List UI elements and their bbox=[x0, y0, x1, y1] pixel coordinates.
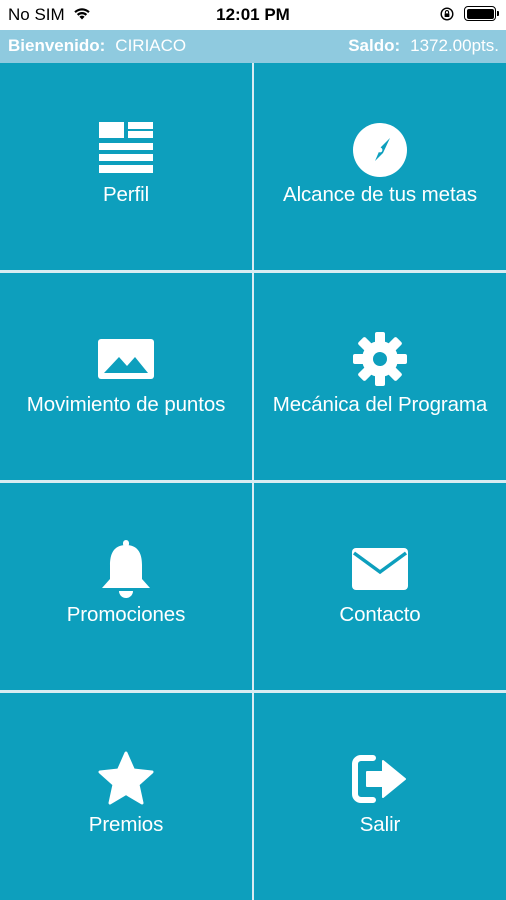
menu-label: Premios bbox=[88, 813, 164, 836]
menu-tile-promociones[interactable]: Promociones bbox=[0, 483, 252, 690]
menu-label: Perfil bbox=[102, 183, 150, 206]
menu-tile-metas[interactable]: Alcance de tus metas bbox=[254, 63, 506, 270]
welcome-section: Bienvenido: CIRIACO bbox=[8, 36, 186, 56]
menu-tile-premios[interactable]: Premios bbox=[0, 693, 252, 900]
logout-icon bbox=[350, 749, 410, 809]
status-time: 12:01 PM bbox=[216, 5, 290, 24]
gear-icon bbox=[350, 329, 410, 389]
menu-tile-contacto[interactable]: Contacto bbox=[254, 483, 506, 690]
image-icon bbox=[96, 329, 156, 389]
rotation-lock-icon bbox=[440, 6, 454, 21]
bell-icon bbox=[96, 539, 156, 599]
user-name: CIRIACO bbox=[115, 36, 187, 55]
menu-label: Movimiento de puntos bbox=[26, 393, 226, 416]
menu-grid: Perfil Alcance de tus metas Movimiento d… bbox=[0, 63, 506, 900]
balance-section: Saldo: 1372.00pts. bbox=[348, 36, 499, 56]
profile-card-icon bbox=[96, 119, 156, 179]
menu-tile-movimiento[interactable]: Movimiento de puntos bbox=[0, 273, 252, 480]
envelope-icon bbox=[350, 539, 410, 599]
menu-label: Mecánica del Programa bbox=[272, 393, 488, 416]
menu-label: Salir bbox=[359, 813, 401, 836]
menu-tile-perfil[interactable]: Perfil bbox=[0, 63, 252, 270]
balance-label: Saldo: bbox=[348, 36, 401, 55]
status-right bbox=[440, 6, 499, 21]
welcome-label: Bienvenido: bbox=[8, 36, 106, 55]
menu-label: Promociones bbox=[66, 603, 186, 626]
compass-icon bbox=[350, 119, 410, 179]
battery-icon bbox=[464, 6, 499, 21]
menu-label: Alcance de tus metas bbox=[283, 183, 477, 206]
balance-value: 1372.00pts. bbox=[410, 36, 499, 55]
star-icon bbox=[96, 749, 156, 809]
menu-tile-mecanica[interactable]: Mecánica del Programa bbox=[254, 273, 506, 480]
status-bar: No SIM 12:01 PM bbox=[0, 0, 506, 30]
menu-tile-salir[interactable]: Salir bbox=[254, 693, 506, 900]
menu-label: Contacto bbox=[339, 603, 421, 626]
welcome-bar: Bienvenido: CIRIACO Saldo: 1372.00pts. bbox=[0, 30, 506, 63]
